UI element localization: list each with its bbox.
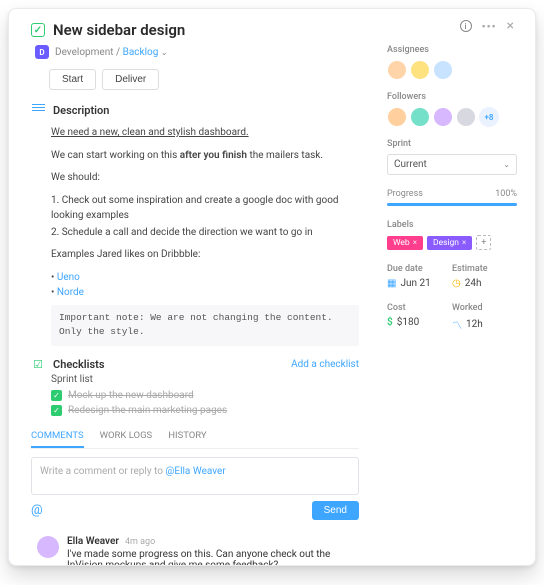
due-date-label: Due date (387, 264, 452, 274)
avatar[interactable] (433, 107, 453, 127)
start-button[interactable]: Start (49, 69, 96, 90)
avatar[interactable] (387, 60, 407, 80)
avatar[interactable] (37, 536, 59, 558)
avatar[interactable] (456, 107, 476, 127)
avatar[interactable] (410, 107, 430, 127)
checkbox-icon[interactable]: ✓ (51, 405, 62, 416)
avatar[interactable] (387, 107, 407, 127)
cost-label: Cost (387, 303, 452, 313)
checklist-item[interactable]: ✓ Mock up the new dashboard (51, 390, 359, 401)
checkbox-icon[interactable]: ✓ (51, 390, 62, 401)
cost-value[interactable]: $$180 (387, 317, 452, 328)
comment-author[interactable]: Ella Weaver (67, 536, 119, 547)
tab-comments[interactable]: COMMENTS (31, 430, 84, 448)
code-note: Important note: We are not changing the … (51, 305, 359, 346)
tab-work-logs[interactable]: WORK LOGS (100, 430, 153, 448)
comment-time: 4m ago (125, 537, 155, 547)
add-checklist-link[interactable]: Add a checklist (291, 359, 359, 370)
comment-text: I've made some progress on this. Can any… (67, 549, 353, 565)
checklist-item[interactable]: ✓ Redesign the main marketing pages (51, 405, 359, 416)
dollar-icon: $ (387, 317, 393, 328)
label-web[interactable]: Web × (387, 236, 423, 250)
progress-value: 100% (495, 189, 517, 199)
comment: Ella Weaver 4m ago I've made some progres… (31, 530, 359, 565)
progress-label: Progress (387, 189, 423, 199)
followers-label: Followers (387, 92, 517, 102)
worked-label: Worked (452, 303, 517, 313)
project-name[interactable]: Development (55, 47, 114, 58)
checklist-title: Sprint list (51, 374, 359, 385)
breadcrumb: D Development / Backlog ⌄ (35, 45, 359, 59)
info-icon[interactable]: i (460, 20, 472, 32)
label-design[interactable]: Design × (427, 236, 472, 250)
more-menu-icon[interactable]: ••• (482, 20, 497, 33)
activity-icon: 〽 (452, 317, 462, 332)
comment-input[interactable]: Write a comment or reply to @Ella Weaver (31, 457, 359, 495)
sprint-select[interactable]: Current ⌄ (387, 154, 517, 175)
description-heading: Description (53, 104, 109, 117)
followers[interactable]: +8 (387, 107, 517, 127)
estimate-label: Estimate (452, 264, 517, 274)
add-label-button[interactable]: + (476, 235, 491, 250)
status-dropdown[interactable]: Backlog ⌄ (123, 47, 168, 58)
worked-value[interactable]: 〽12h (452, 317, 517, 332)
avatar[interactable] (410, 60, 430, 80)
calendar-icon: ▦ (387, 278, 396, 289)
checklist-icon: ☑ (31, 358, 45, 371)
progress-bar (387, 203, 517, 206)
due-date-value[interactable]: ▦Jun 21 (387, 278, 452, 289)
task-check-icon: ✓ (31, 23, 45, 37)
link-ueno[interactable]: Ueno (57, 272, 80, 283)
send-button[interactable]: Send (312, 501, 359, 520)
assignees[interactable] (387, 60, 517, 80)
tab-history[interactable]: HISTORY (168, 430, 206, 448)
estimate-value[interactable]: ◷24h (452, 278, 517, 289)
labels-label: Labels (387, 220, 517, 230)
close-icon[interactable]: × (507, 18, 514, 34)
description-body[interactable]: We need a new, clean and stylish dashboa… (51, 125, 359, 346)
mention-icon[interactable]: @ (31, 503, 43, 518)
assignees-label: Assignees (387, 45, 517, 55)
avatar[interactable] (433, 60, 453, 80)
checklists-heading: Checklists (53, 358, 105, 371)
chevron-down-icon: ⌄ (503, 160, 510, 169)
sprint-label: Sprint (387, 139, 517, 149)
deliver-button[interactable]: Deliver (102, 69, 159, 90)
project-badge[interactable]: D (35, 45, 49, 59)
link-norde[interactable]: Norde (57, 287, 84, 298)
clock-icon: ◷ (452, 278, 461, 289)
more-followers-badge[interactable]: +8 (479, 107, 499, 127)
description-icon (31, 104, 45, 117)
task-title: New sidebar design (53, 21, 185, 39)
